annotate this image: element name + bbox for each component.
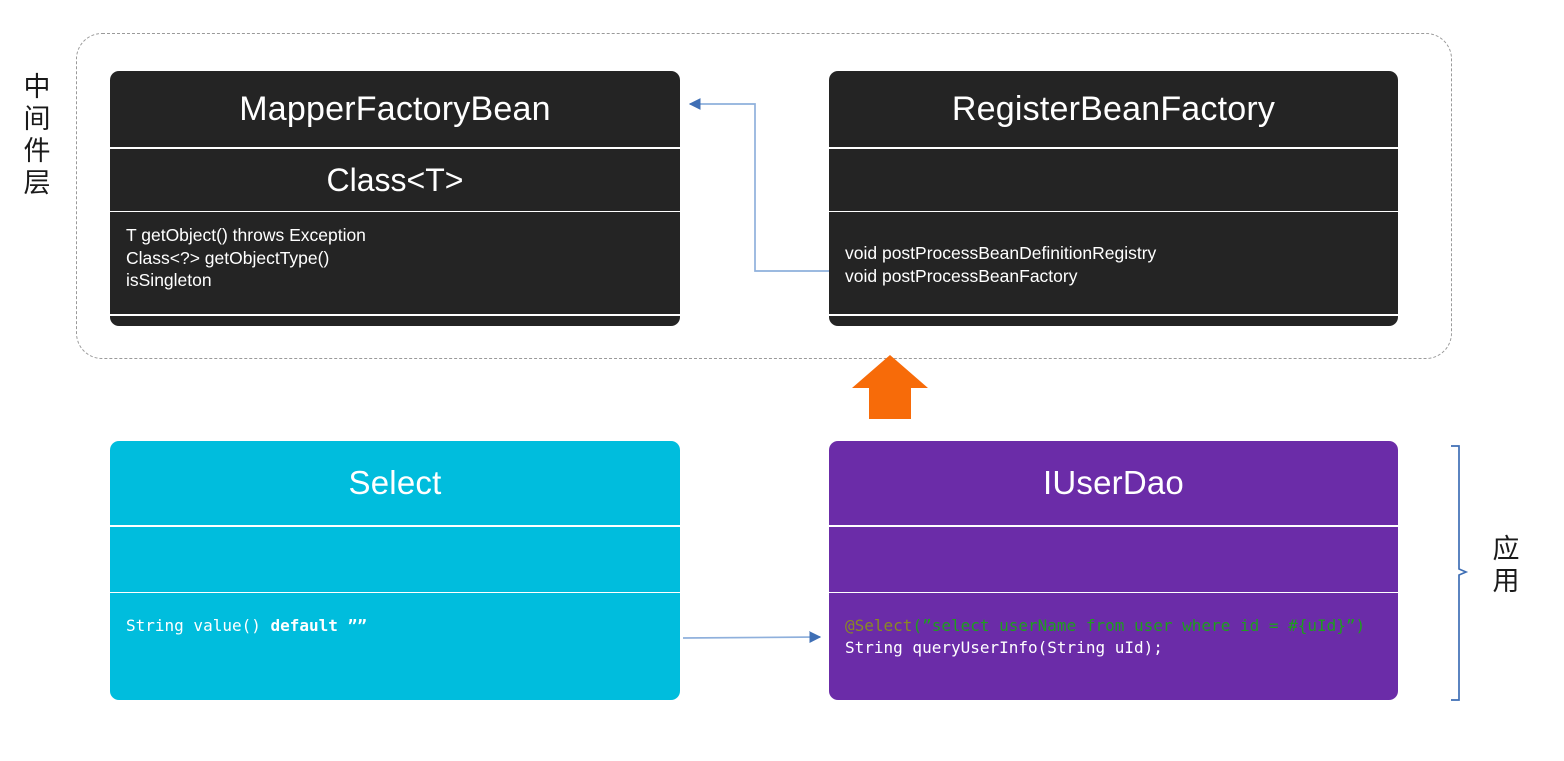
application-layer-label: 应 用 xyxy=(1478,534,1534,598)
application-label-char-0: 应 xyxy=(1492,534,1520,565)
middleware-layer-label: 中 间 件 层 xyxy=(14,72,60,199)
middleware-label-char-2: 件 xyxy=(23,135,51,167)
application-bracket xyxy=(1451,445,1469,701)
application-label-char-1: 用 xyxy=(1492,565,1520,597)
middleware-label-char-1: 间 xyxy=(23,103,51,135)
mapper-factory-bean-subtitle: Class<T> xyxy=(326,161,464,198)
member-line: Class<?> getObjectType() xyxy=(126,247,330,268)
middleware-label-char-3: 层 xyxy=(23,167,51,199)
select-title: Select xyxy=(348,464,442,501)
iuser-dao-code-annotation-line: @Select(”select userName from user where… xyxy=(845,615,1398,637)
iuser-dao-members: @Select(”select userName from user where… xyxy=(829,593,1398,659)
mapper-factory-bean-title: MapperFactoryBean xyxy=(239,90,551,128)
divider xyxy=(110,314,680,316)
connector-select-to-iuserdao xyxy=(682,631,822,644)
member-line: void postProcessBeanDefinitionRegistry xyxy=(845,243,1157,264)
orange-up-arrow-icon xyxy=(852,355,928,419)
select-attributes xyxy=(110,527,680,592)
class-box-register-bean-factory[interactable]: RegisterBeanFactory void postProcessBean… xyxy=(829,71,1398,326)
select-member-line: String value() default ”” xyxy=(126,615,680,637)
iuser-dao-code-method-line: String queryUserInfo(String uId); xyxy=(845,638,1163,658)
select-member-prefix: String value() xyxy=(126,616,271,636)
class-box-iuser-dao[interactable]: IUserDao @Select(”select userName from u… xyxy=(829,441,1398,700)
select-member-keyword: default xyxy=(270,616,338,636)
code-annotation-token: @Select xyxy=(845,616,913,636)
divider xyxy=(829,314,1398,316)
mapper-factory-bean-members: T getObject() throws Exception Class<?> … xyxy=(110,212,680,292)
code-string-token: (”select userName from user where id = #… xyxy=(912,616,1366,636)
iuser-dao-attributes xyxy=(829,527,1398,592)
register-bean-factory-title: RegisterBeanFactory xyxy=(951,90,1276,128)
class-box-mapper-factory-bean[interactable]: MapperFactoryBean Class<T> T getObject()… xyxy=(110,71,680,326)
member-line: T getObject() throws Exception xyxy=(126,225,366,246)
select-members: String value() default ”” xyxy=(110,593,680,637)
select-member-suffix: ”” xyxy=(337,616,367,636)
diagram-canvas: 中 间 件 层 MapperFactoryBean Class<T> T get… xyxy=(0,0,1564,761)
member-line: void postProcessBeanFactory xyxy=(845,265,1078,286)
member-line: isSingleton xyxy=(126,270,212,291)
middleware-label-char-0: 中 xyxy=(23,72,51,103)
register-bean-factory-members: void postProcessBeanDefinitionRegistry v… xyxy=(829,212,1398,287)
iuser-dao-title: IUserDao xyxy=(1043,464,1184,501)
class-box-select-annotation[interactable]: Select String value() default ”” xyxy=(110,441,680,700)
register-bean-factory-attributes xyxy=(829,149,1398,211)
